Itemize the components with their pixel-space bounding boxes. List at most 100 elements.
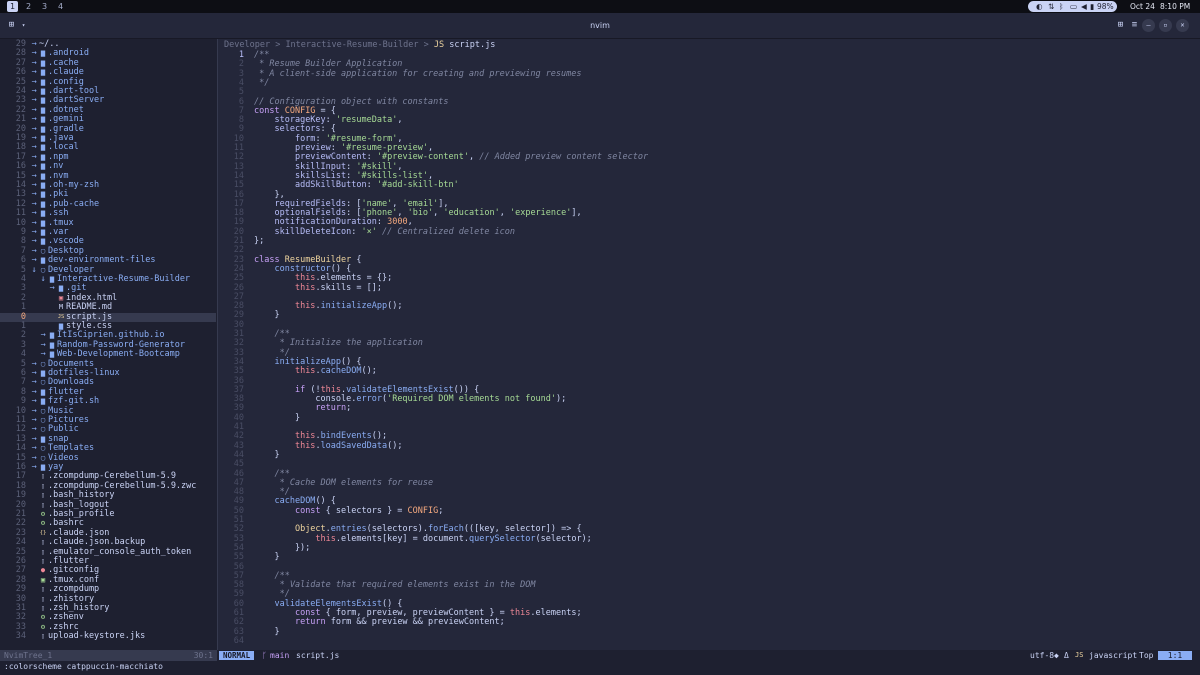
- tree-file-item[interactable]: 32 ⚙ .zshenv: [0, 612, 216, 622]
- file-file-icon: ▯: [40, 491, 46, 500]
- window-titlebar: ⊞ ▾ nvim ⊞ ≡ – ▫ ✕: [0, 13, 1200, 39]
- workspace-1[interactable]: 1: [7, 1, 18, 12]
- folder-icon: ▆: [40, 209, 46, 218]
- tree-file-item[interactable]: 29 ▯ .zcompdump: [0, 584, 216, 594]
- folder-icon: ▆: [40, 96, 46, 105]
- code-line[interactable]: skillDeleteIcon: '×' // Centralized dele…: [254, 227, 515, 237]
- system-topbar: 1 2 3 4 ◐ ⇅ ᛒ ▭ ◀ ▮ 98% Oct 24 8:10 PM: [0, 0, 1200, 13]
- folder-icon: ▢: [40, 246, 46, 255]
- date-label[interactable]: Oct 24: [1130, 0, 1155, 13]
- code-line[interactable]: }: [254, 627, 279, 637]
- file-file-icon: ▯: [40, 481, 46, 490]
- folder-icon: ▆: [40, 87, 46, 95]
- tree-file-item[interactable]: 34 ▯ upload-keystore.jks: [0, 631, 216, 642]
- conf-green-file-icon: ⚙: [40, 519, 46, 528]
- tmux-file-icon: ▣: [40, 575, 46, 584]
- file-tree-panel[interactable]: 29 → ~/.. 28 → ▆ .android 27 → ▆ .cache 26 → ▆ .claude…: [0, 39, 218, 650]
- md-file-icon: M: [58, 303, 64, 312]
- workspace-2[interactable]: 2: [23, 1, 34, 12]
- folder-icon: ▢: [40, 406, 46, 415]
- code-line[interactable]: }: [254, 311, 279, 320]
- folder-icon: ▆: [40, 58, 46, 67]
- linux-icon: ◆: [1054, 651, 1059, 660]
- code-line[interactable]: */: [254, 78, 269, 88]
- code-line[interactable]: }: [254, 413, 300, 423]
- folder-icon: ▆: [40, 237, 46, 246]
- minimize-icon[interactable]: –: [1142, 19, 1155, 32]
- tree-file-item[interactable]: 25 ▯ .emulator_console_auth_token: [0, 547, 216, 557]
- tree-folder-item[interactable]: 4 ↓ ▆ Interactive-Resume-Builder: [0, 274, 216, 284]
- folder-icon: ▢: [40, 444, 46, 453]
- file-encoding: utf-8: [1030, 651, 1055, 660]
- code-line[interactable]: * A client-side application for creating…: [254, 69, 581, 79]
- collapsed-arrow-icon[interactable]: →: [39, 349, 47, 359]
- battery-icon: ▮: [1090, 2, 1095, 11]
- workspace-3[interactable]: 3: [39, 1, 50, 12]
- tree-file-item[interactable]: 28 ▣ .tmux.conf: [0, 575, 216, 585]
- file-file-icon: ▯: [40, 594, 46, 603]
- tree-item-label: upload-keystore.jks: [48, 631, 146, 642]
- tree-file-item[interactable]: 31 ▯ .zsh_history: [0, 603, 216, 613]
- expanded-arrow-icon[interactable]: ↓: [39, 274, 47, 284]
- expanded-arrow-icon[interactable]: ↓: [30, 265, 38, 275]
- file-file-icon: ▯: [40, 538, 46, 547]
- tree-file-item[interactable]: 27 ● .gitconfig: [0, 565, 216, 575]
- file-file-icon: ▯: [40, 557, 46, 565]
- night-mode-icon: ◐: [1036, 2, 1043, 11]
- code-line[interactable]: const { selectors } = CONFIG;: [254, 506, 443, 516]
- folder-icon: ▢: [40, 416, 46, 424]
- tree-file-item[interactable]: 26 ▯ .flutter: [0, 556, 216, 566]
- folder-icon: ▆: [49, 331, 55, 340]
- folder-icon: ▆: [40, 143, 46, 152]
- code-line[interactable]: }: [254, 553, 279, 562]
- folder-icon: ▆: [58, 284, 64, 293]
- folder-icon: ▆: [40, 162, 46, 171]
- breadcrumb-file[interactable]: script.js: [449, 40, 495, 50]
- breadcrumb-part[interactable]: Interactive-Resume-Builder: [285, 40, 418, 50]
- display-icon: ▭: [1070, 2, 1078, 11]
- folder-icon: ▆: [40, 369, 46, 377]
- folder-icon: ▆: [40, 105, 46, 114]
- filetype: javascript: [1089, 651, 1138, 660]
- tree-cursor-position: 30:1: [193, 651, 213, 660]
- code-line[interactable]: }: [254, 450, 279, 460]
- command-line[interactable]: :colorscheme catppuccin-macchiato: [4, 661, 163, 673]
- code-line[interactable]: this.cacheDOM();: [254, 367, 377, 376]
- menu-icon[interactable]: ≡: [1128, 19, 1141, 32]
- tree-file-item[interactable]: 21 ⚙ .bash_profile: [0, 509, 216, 519]
- code-line[interactable]: * Validate that required elements exist …: [254, 580, 536, 590]
- code-line[interactable]: return form && preview && previewContent…: [254, 618, 505, 627]
- editor-panel[interactable]: Developer > Interactive-Resume-Builder >…: [218, 39, 1200, 650]
- folder-icon: ▢: [40, 378, 46, 387]
- breadcrumb-part[interactable]: Developer: [224, 40, 270, 50]
- code-line[interactable]: };: [254, 236, 264, 246]
- file-file-icon: ▯: [40, 472, 46, 481]
- collapsed-arrow-icon[interactable]: →: [48, 283, 56, 293]
- code-line[interactable]: this.skills = [];: [254, 283, 382, 293]
- folder-icon: ▆: [40, 397, 46, 406]
- cursor-position: 1:1: [1158, 651, 1192, 660]
- collapsed-arrow-icon[interactable]: →: [30, 462, 38, 472]
- relative-line-number: 34: [15, 631, 26, 642]
- folder-icon: ▢: [40, 453, 46, 462]
- workspace-4[interactable]: 4: [55, 1, 66, 12]
- maximize-icon[interactable]: ▫: [1159, 19, 1172, 32]
- conf-green-file-icon: ⚙: [40, 622, 46, 631]
- folder-icon: ▆: [40, 218, 46, 227]
- breadcrumb-separator: >: [275, 40, 281, 50]
- grid-icon[interactable]: ⊞: [1114, 19, 1127, 32]
- folder-icon: ▆: [40, 181, 46, 189]
- close-icon[interactable]: ✕: [1176, 19, 1189, 32]
- statusline: NvimTree_1 30:1 NORMAL ᚴ main script.js …: [0, 650, 1200, 661]
- mode-indicator: NORMAL: [219, 651, 255, 660]
- system-status-pill[interactable]: ◐ ⇅ ᛒ ▭ ◀ ▮ 98%: [1028, 1, 1117, 12]
- folder-icon: ▆: [40, 124, 46, 133]
- diagnostics-indicator: Δ: [1064, 651, 1069, 660]
- git-file-icon: ●: [40, 566, 46, 575]
- volume-icon: ◀: [1081, 2, 1087, 11]
- folder-icon: ▆: [40, 115, 46, 124]
- time-label[interactable]: 8:10 PM: [1160, 0, 1190, 13]
- git-branch-icon: ᚴ: [262, 651, 267, 660]
- folder-icon: ▆: [40, 152, 46, 161]
- folder-icon: ▆: [40, 190, 46, 199]
